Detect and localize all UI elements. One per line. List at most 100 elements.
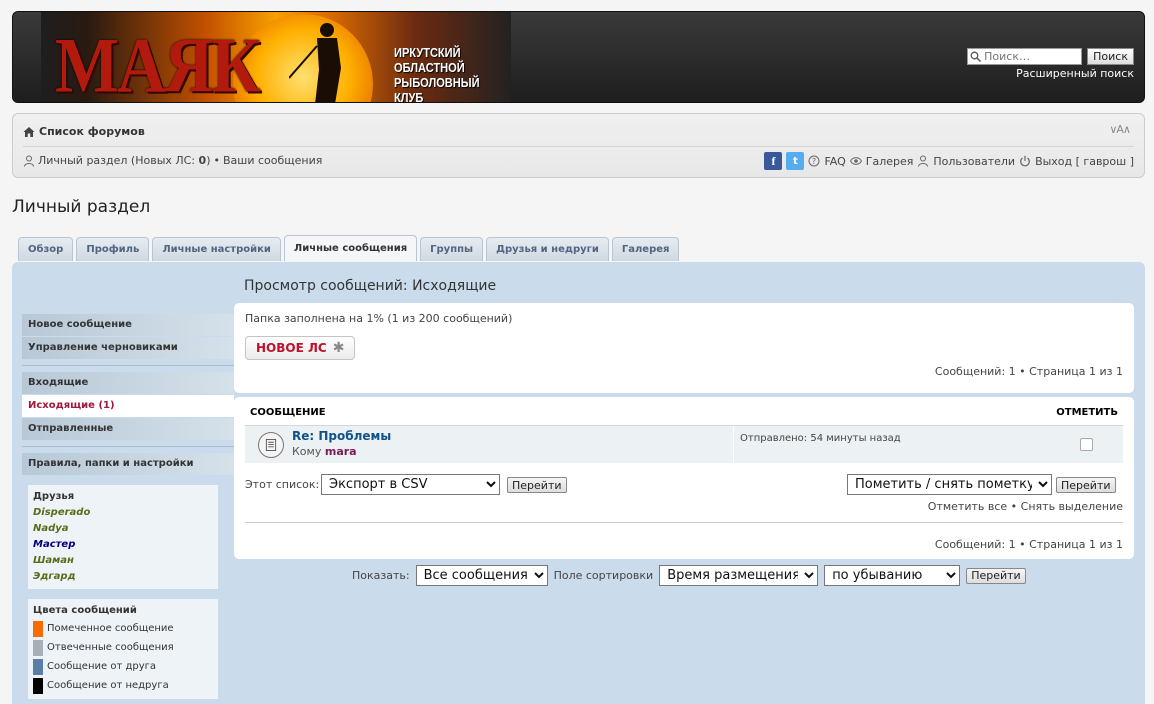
twitter-icon[interactable]: t [786, 152, 805, 170]
forum-list-link[interactable]: Список форумов [39, 125, 145, 138]
home-icon [23, 126, 35, 137]
color-swatch [33, 658, 43, 675]
friend-link[interactable]: Эдгард [33, 569, 213, 585]
nav-links: f t ? FAQ Галерея Пользователи Выход [ г… [764, 152, 1134, 170]
friend-link[interactable]: Nadya [33, 521, 213, 537]
page-title: Личный раздел [12, 197, 151, 217]
mark-all-link[interactable]: Отметить все [928, 500, 1007, 513]
content-title: Просмотр сообщений: Исходящие [244, 278, 497, 294]
table-row: Re: Проблемы Кому mara Отправлено: 54 ми… [245, 425, 1123, 463]
sidebar: Новое сообщение Управление черновиками В… [22, 314, 234, 699]
color-legend-label: Сообщение от недруга [47, 680, 169, 691]
sidebar-item-outbox[interactable]: Исходящие (1) [22, 395, 234, 417]
message-read-icon [258, 432, 284, 458]
sort-order-select[interactable]: по убыванию [824, 565, 961, 586]
message-subject-link[interactable]: Re: Проблемы [292, 429, 391, 443]
faq-link[interactable]: FAQ [824, 155, 845, 168]
friend-link[interactable]: Мастер [33, 537, 213, 553]
pagination-bottom: Сообщений: 1 • Страница 1 из 1 [934, 538, 1123, 551]
display-options: Показать: Все сообщения Поле сортировки … [352, 565, 1026, 586]
asterisk-icon: ✱ [332, 340, 345, 356]
list-tools: Этот список: Экспорт в CSV Перейти Помет… [245, 474, 1123, 496]
club-name: ИРКУТСКИЙ ОБЛАСТНОЙ РЫБОЛОВНЫЙ КЛУБ [394, 45, 493, 103]
user-icon [24, 155, 34, 167]
divider [245, 522, 1123, 523]
friend-link[interactable]: Шаман [33, 553, 213, 569]
friend-link[interactable]: Disperado [33, 505, 213, 521]
breadcrumb: Список форумов [23, 125, 145, 138]
color-legend-label: Сообщение от друга [47, 661, 157, 672]
tab-groups[interactable]: Группы [420, 237, 484, 261]
new-pm-button[interactable]: НОВОЕ ЛС ✱ [245, 336, 356, 360]
svg-text:?: ? [812, 157, 816, 166]
friends-title: Друзья [33, 491, 75, 502]
pagination-top: Сообщений: 1 • Страница 1 из 1 [934, 365, 1123, 378]
message-color-legend-item: Помеченное сообщение [33, 619, 213, 638]
personal-section-close: ) [206, 154, 211, 167]
personal-section-label: Личный раздел (Новых ЛС: [38, 154, 199, 167]
sort-key-select[interactable]: Время размещения [659, 565, 819, 586]
tab-private-messages[interactable]: Личные сообщения [283, 235, 418, 261]
this-list-label: Этот список: [245, 478, 320, 491]
sidebar-item-new-message[interactable]: Новое сообщение [22, 314, 234, 336]
font-size-control[interactable]: ∨A∧ [1109, 123, 1131, 136]
color-swatch [33, 639, 43, 656]
advanced-search-link[interactable]: Расширенный поиск [1016, 67, 1134, 80]
site-header: МАЯК ИРКУТСКИЙ ОБЛАСТНОЙ РЫБОЛОВНЫЙ КЛУБ… [12, 11, 1145, 103]
mark-action-select[interactable]: Пометить / снять пометку [847, 474, 1052, 495]
faq-icon: ? [808, 155, 820, 167]
message-sent-time: Отправлено: 54 минуты назад [733, 426, 1039, 463]
main-panel: Новое сообщение Управление черновиками В… [12, 262, 1145, 704]
tab-preferences[interactable]: Личные настройки [152, 237, 281, 261]
show-label: Показать: [352, 569, 410, 582]
recipient-user-link[interactable]: mara [325, 445, 357, 458]
site-banner[interactable]: МАЯК ИРКУТСКИЙ ОБЛАСТНОЙ РЫБОЛОВНЫЙ КЛУБ [41, 12, 511, 103]
tab-overview[interactable]: Обзор [18, 237, 74, 261]
sidebar-item-sent[interactable]: Отправленные [22, 418, 234, 440]
sidebar-item-inbox[interactable]: Входящие [22, 372, 234, 394]
club-name-line1: ИРКУТСКИЙ ОБЛАСТНОЙ [394, 45, 465, 75]
sort-label: Поле сортировки [553, 569, 654, 582]
export-select[interactable]: Экспорт в CSV [321, 474, 500, 495]
sidebar-item-rules[interactable]: Правила, папки и настройки [22, 453, 234, 475]
eye-icon [849, 157, 862, 165]
personal-section-link[interactable]: Личный раздел (Новых ЛС: 0) [38, 154, 211, 167]
message-color-legend-item: Сообщение от недруга [33, 676, 213, 695]
search-icon [970, 51, 982, 62]
display-go-button[interactable]: Перейти [966, 567, 1026, 584]
bullet: • [1010, 500, 1018, 513]
show-select[interactable]: Все сообщения [415, 565, 548, 586]
folder-box: Папка заполнена на 1% (1 из 200 сообщени… [234, 303, 1134, 393]
your-posts-link[interactable]: Ваши сообщения [223, 154, 322, 167]
facebook-icon[interactable]: f [764, 152, 783, 170]
message-color-legend-item: Отвеченные сообщения [33, 638, 213, 657]
export-go-button[interactable]: Перейти [507, 477, 567, 493]
search-input[interactable] [967, 48, 1083, 65]
navbar: Список форумов ∨A∧ Личный раздел (Новых … [12, 113, 1145, 178]
club-name-line2: РЫБОЛОВНЫЙ КЛУБ [394, 75, 480, 103]
tabs: Обзор Профиль Личные настройки Личные со… [18, 235, 680, 261]
message-mark-checkbox[interactable] [1080, 438, 1093, 451]
tab-gallery[interactable]: Галерея [611, 237, 680, 261]
table-header: СООБЩЕНИЕ ОТМЕТИТЬ [245, 407, 1123, 423]
message-recipient: Кому mara [292, 445, 357, 458]
tab-friends-foes[interactable]: Друзья и недруги [486, 237, 609, 261]
column-mark: ОТМЕТИТЬ [1056, 407, 1118, 418]
friends-box: Друзья Disperado Nadya Мастер Шаман Эдгард [28, 485, 218, 589]
message-list-box: СООБЩЕНИЕ ОТМЕТИТЬ Re: Проблемы Кому mar… [234, 397, 1134, 559]
sidebar-item-drafts[interactable]: Управление черновиками [22, 337, 234, 359]
logout-link[interactable]: Выход [ гаврош ] [1035, 155, 1134, 168]
users-icon [918, 155, 929, 167]
mark-go-button[interactable]: Перейти [1056, 477, 1116, 493]
message-colors-title: Цвета сообщений [33, 605, 137, 616]
sidebar-divider [22, 365, 234, 366]
search-button[interactable]: Поиск [1087, 48, 1134, 65]
color-legend-label: Помеченное сообщение [47, 623, 174, 634]
gallery-link[interactable]: Галерея [866, 155, 914, 168]
power-icon [1020, 155, 1030, 167]
navbar-divider [23, 146, 1134, 147]
users-link[interactable]: Пользователи [933, 155, 1015, 168]
unmark-link[interactable]: Снять выделение [1021, 500, 1123, 513]
tab-profile[interactable]: Профиль [76, 237, 150, 261]
new-pm-label: НОВОЕ ЛС [256, 341, 327, 355]
